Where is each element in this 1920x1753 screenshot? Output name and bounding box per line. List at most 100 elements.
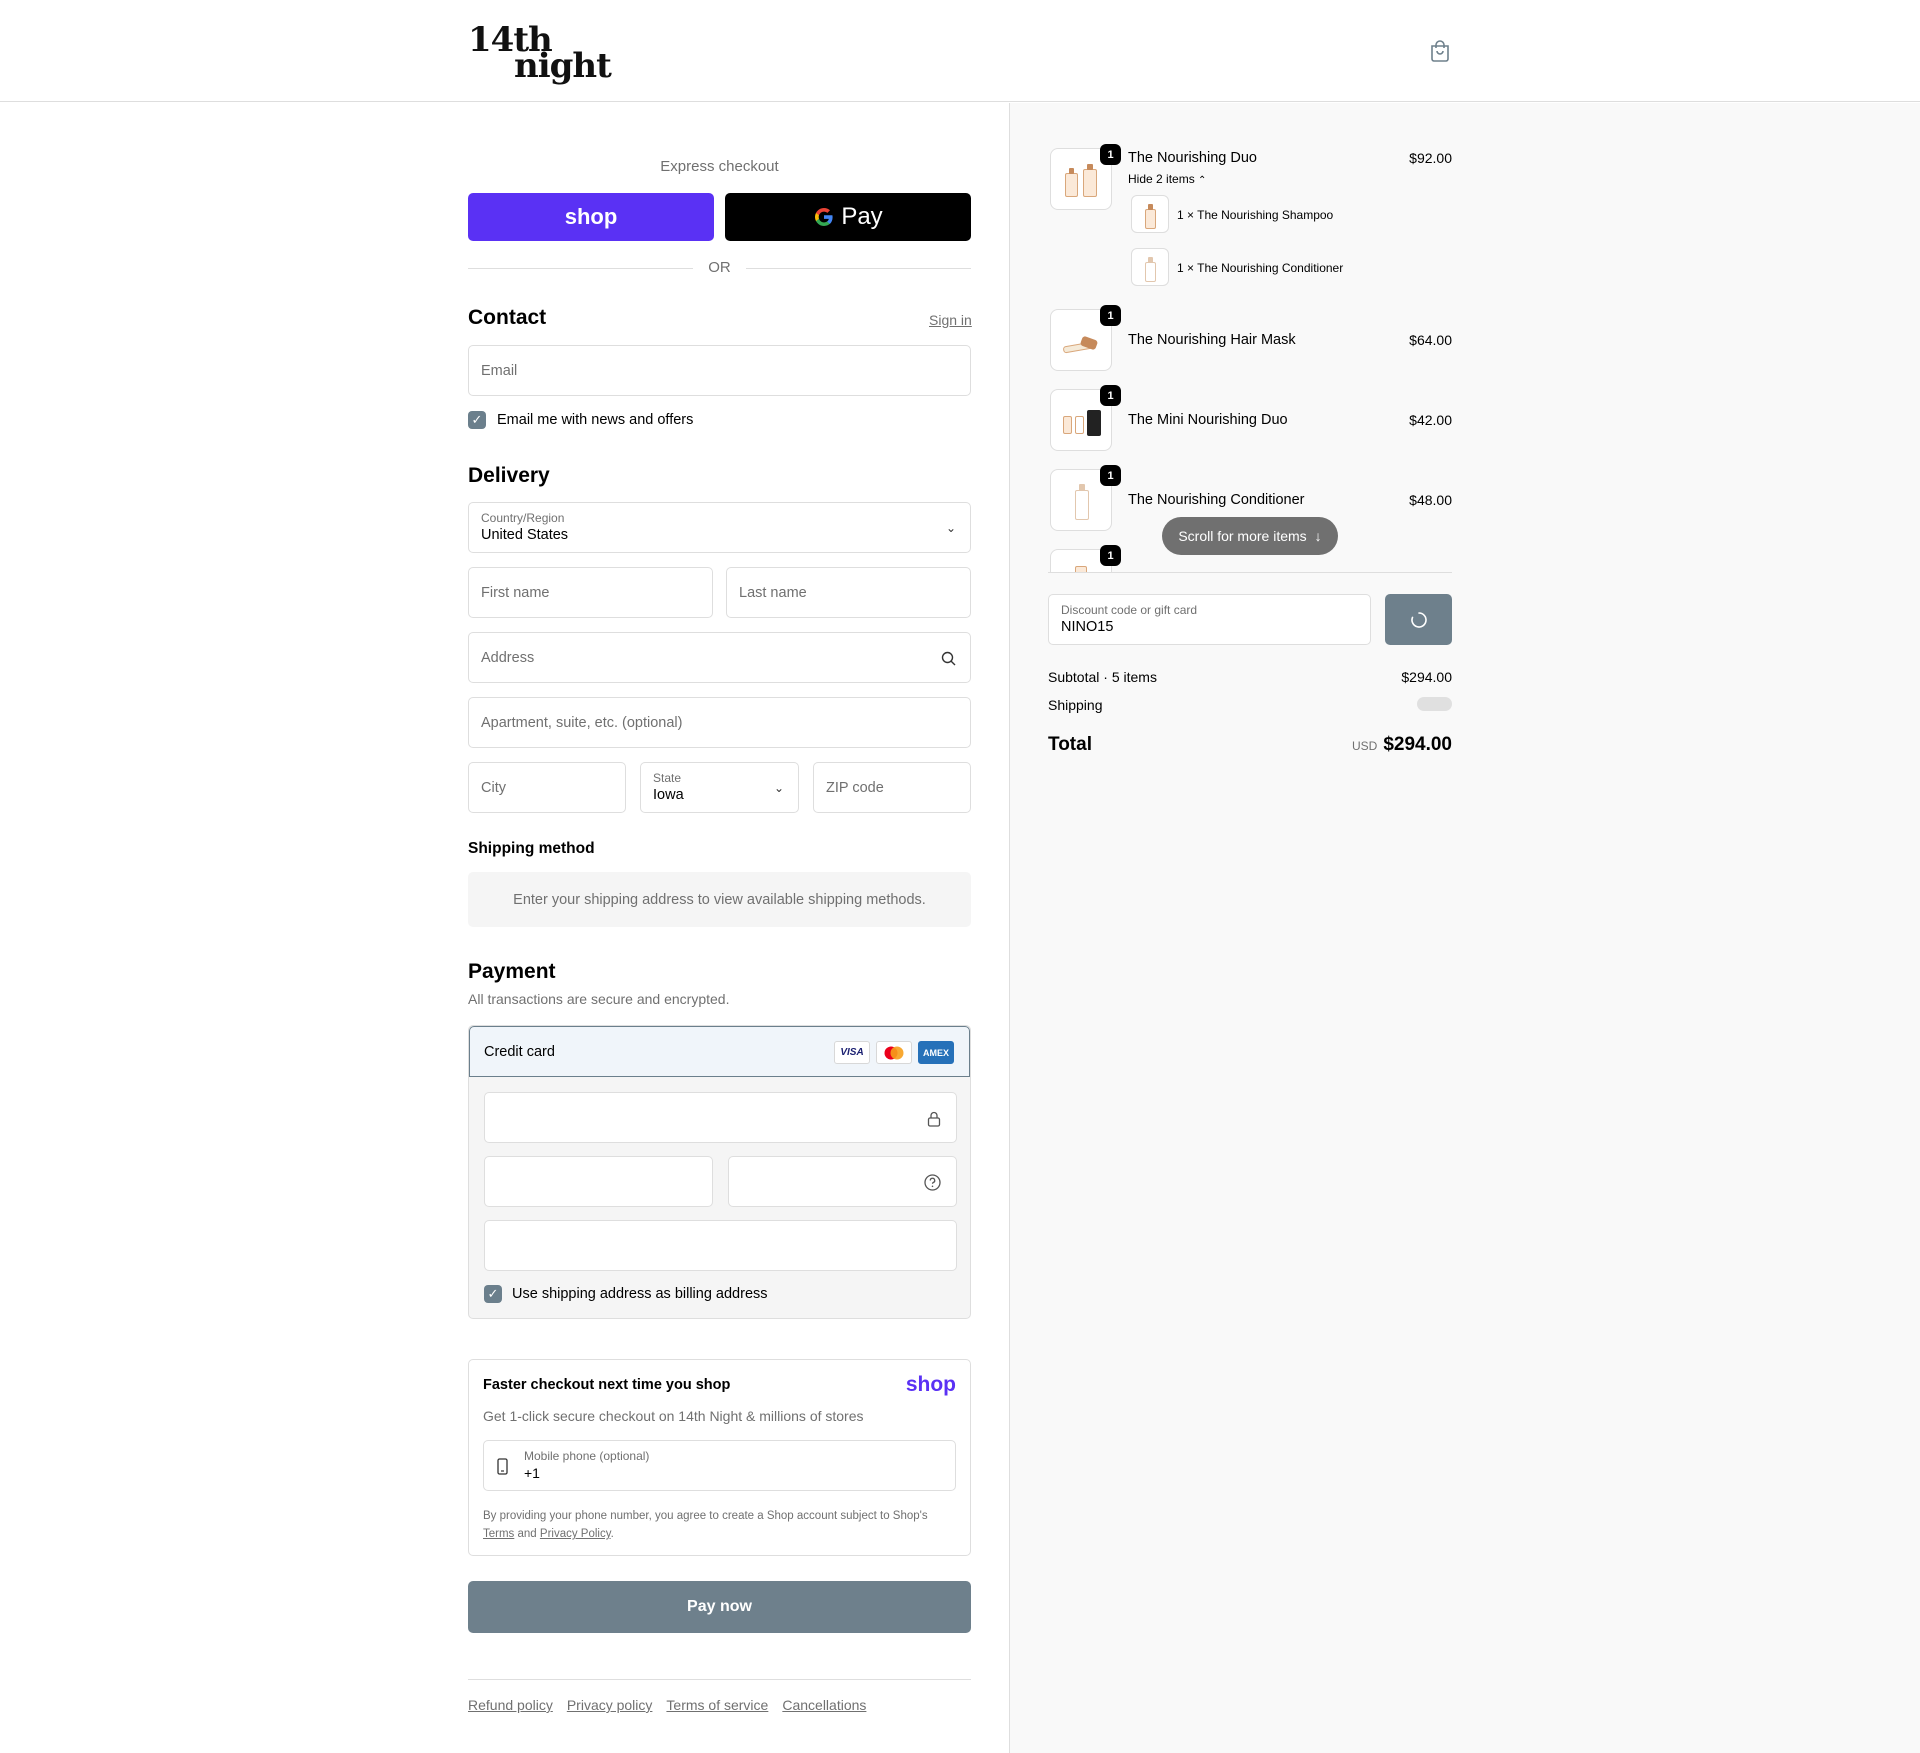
shop-signup-description: Get 1-click secure checkout on 14th Nigh… [483, 1408, 864, 1424]
last-name-field[interactable]: Last name [726, 567, 971, 618]
delivery-heading: Delivery [468, 464, 550, 487]
quantity-badge: 1 [1100, 465, 1121, 486]
loading-spinner-icon [1410, 611, 1427, 628]
name-on-card-field[interactable] [484, 1220, 957, 1271]
security-code-field[interactable] [728, 1156, 957, 1207]
hide-items-toggle[interactable]: Hide 2 items ⌃ [1128, 172, 1206, 186]
shop-pay-button[interactable]: shop [468, 193, 714, 241]
subtotal-label: Subtotal · 5 items [1048, 669, 1157, 685]
help-icon[interactable] [924, 1174, 941, 1191]
payment-heading: Payment [468, 960, 556, 983]
state-select[interactable]: State Iowa ⌄ [640, 762, 799, 813]
apartment-placeholder: Apartment, suite, etc. (optional) [481, 714, 683, 731]
credit-card-option[interactable]: Credit card VISA AMEX [469, 1026, 970, 1077]
country-select[interactable]: Country/Region United States ⌄ [468, 502, 971, 553]
sign-in-link[interactable]: Sign in [929, 312, 972, 328]
sub-item-label: 1 × The Nourishing Conditioner [1177, 261, 1344, 275]
refund-policy-link[interactable]: Refund policy [468, 1697, 553, 1713]
address-field[interactable]: Address [468, 632, 971, 683]
discount-code-field[interactable]: Discount code or gift card NINO15 [1048, 594, 1371, 645]
currency-code: USD [1351, 739, 1378, 753]
or-divider: OR [468, 258, 971, 278]
billing-address-label: Use shipping address as billing address [512, 1286, 768, 1302]
sub-item-thumbnail [1131, 195, 1169, 233]
card-number-field[interactable] [484, 1092, 957, 1143]
shipping-method-heading: Shipping method [468, 840, 595, 857]
lock-icon [927, 1111, 941, 1127]
mastercard-icon [876, 1041, 912, 1064]
credit-card-label: Credit card [484, 1044, 555, 1060]
line-items-list[interactable]: 1 The Nourishing Duo $92.00 Hide 2 items… [1048, 144, 1452, 572]
billing-address-checkbox[interactable]: ✓ [484, 1285, 502, 1303]
logo-line-2: night [514, 46, 612, 86]
shop-signup-title: Faster checkout next time you shop [483, 1377, 731, 1393]
quantity-badge: 1 [1100, 385, 1121, 406]
google-g-icon [815, 208, 833, 226]
scroll-for-more-button[interactable]: Scroll for more items ↓ [1162, 517, 1338, 555]
zip-placeholder: ZIP code [826, 779, 884, 796]
chevron-down-icon: ⌄ [945, 520, 956, 535]
country-value: United States [481, 527, 569, 543]
expiration-date-field[interactable] [484, 1156, 713, 1207]
subtotal-value: $294.00 [1401, 669, 1452, 685]
item-name: The Nourishing Hair Mask [1128, 332, 1296, 348]
legal-period: . [610, 1528, 614, 1540]
discount-value: NINO15 [1061, 619, 1114, 635]
privacy-policy-footer-link[interactable]: Privacy policy [567, 1697, 653, 1713]
pay-now-button[interactable]: Pay now [468, 1581, 971, 1633]
quantity-badge: 1 [1100, 144, 1121, 165]
express-checkout-label: Express checkout [660, 158, 779, 175]
terms-of-service-link[interactable]: Terms of service [666, 1697, 768, 1713]
item-name: The Mini Nourishing Duo [1128, 412, 1288, 428]
shopping-bag-icon[interactable] [1430, 40, 1450, 62]
email-field[interactable]: Email [468, 345, 971, 396]
apply-discount-button[interactable] [1385, 594, 1452, 645]
amex-icon: AMEX [918, 1041, 954, 1064]
google-pay-button[interactable]: Pay [725, 193, 971, 241]
quantity-badge: 1 [1100, 545, 1121, 566]
google-pay-label: Pay [841, 203, 883, 230]
summary-divider [1048, 572, 1452, 573]
state-value: Iowa [653, 787, 684, 803]
header: 14th night [0, 0, 1920, 102]
apartment-field[interactable]: Apartment, suite, etc. (optional) [468, 697, 971, 748]
shipping-method-message: Enter your shipping address to view avai… [513, 891, 926, 908]
sub-item-label: 1 × The Nourishing Shampoo [1177, 208, 1334, 222]
footer-links: Refund policy Privacy policy Terms of se… [468, 1697, 866, 1713]
mobile-phone-icon [497, 1458, 508, 1475]
first-name-field[interactable]: First name [468, 567, 713, 618]
privacy-policy-link[interactable]: Privacy Policy [540, 1528, 611, 1540]
shop-pay-signup: Faster checkout next time you shop shop … [468, 1359, 971, 1556]
credit-card-section: Credit card VISA AMEX ✓ Use shipping add… [468, 1025, 971, 1319]
contact-heading: Contact [468, 306, 547, 329]
shop-pay-label: shop [564, 204, 618, 229]
item-price: $48.00 [1409, 492, 1452, 508]
shop-logo: shop [905, 1373, 956, 1396]
visa-icon: VISA [834, 1041, 870, 1064]
news-checkbox[interactable]: ✓ [468, 411, 486, 429]
state-label: State [653, 771, 682, 785]
shipping-label: Shipping [1048, 697, 1103, 713]
city-placeholder: City [481, 779, 506, 796]
news-checkbox-label: Email me with news and offers [497, 412, 694, 428]
first-name-placeholder: First name [481, 584, 550, 601]
item-price: $92.00 [1409, 150, 1452, 166]
cancellations-link[interactable]: Cancellations [782, 1697, 866, 1713]
pay-now-label: Pay now [687, 1598, 752, 1615]
legal-and: and [517, 1528, 537, 1540]
address-placeholder: Address [481, 649, 535, 666]
item-price: $64.00 [1409, 332, 1452, 348]
arrow-down-icon: ↓ [1314, 528, 1322, 544]
terms-link[interactable]: Terms [483, 1528, 514, 1540]
last-name-placeholder: Last name [739, 584, 807, 601]
zip-field[interactable]: ZIP code [813, 762, 971, 813]
shop-legal-text: By providing your phone number, you agre… [483, 1507, 958, 1543]
item-name: The Nourishing Conditioner [1128, 492, 1305, 508]
scroll-hint-label: Scroll for more items [1178, 528, 1307, 544]
country-label: Country/Region [481, 511, 565, 525]
store-logo[interactable]: 14th night [468, 20, 612, 86]
mobile-phone-field[interactable]: Mobile phone (optional) +1 [483, 1440, 956, 1491]
total-value: $294.00 [1383, 734, 1452, 755]
city-field[interactable]: City [468, 762, 626, 813]
chevron-down-icon: ⌄ [773, 780, 784, 795]
